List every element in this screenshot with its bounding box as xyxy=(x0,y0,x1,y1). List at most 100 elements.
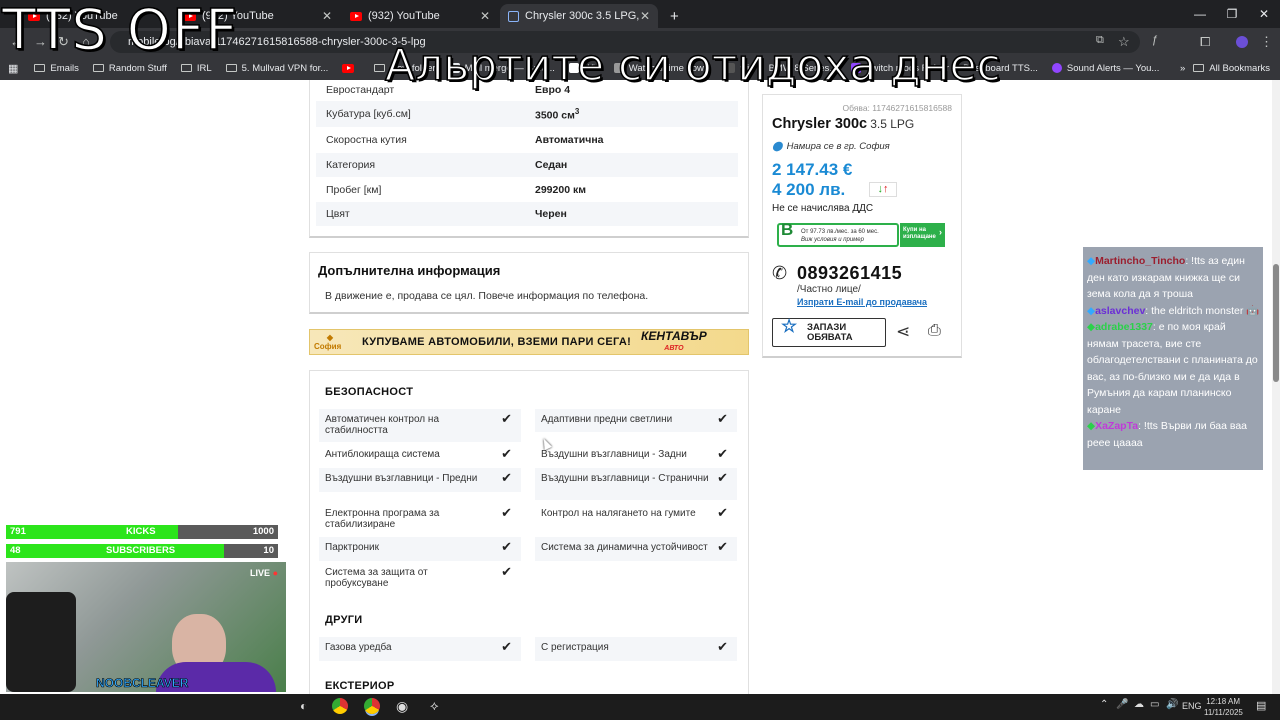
location-pin-icon: ⬤ xyxy=(772,141,783,152)
seller-type: /Частно лице/ xyxy=(797,284,861,295)
mic-icon[interactable]: 🎤 xyxy=(1116,699,1128,710)
spec-key: Скоростна кутия xyxy=(326,134,407,146)
tts-status-overlay: TTS OFF xyxy=(1,0,239,64)
vat-note: Не се начислява ДДС xyxy=(772,203,874,214)
cloud-icon[interactable]: ☁ xyxy=(1134,699,1144,710)
spec-key: Пробег [км] xyxy=(326,184,382,196)
scrollbar-track[interactable] xyxy=(1272,80,1280,694)
live-label: LIVE xyxy=(250,568,271,578)
chat-message: ◆adrabe1337: е по моя край нямам трасета… xyxy=(1087,319,1260,418)
listing-model: 3.5 LPG xyxy=(870,117,915,131)
email-seller-link[interactable]: Изпрати E-mail до продавача xyxy=(797,297,927,307)
streamer-name: NOOBCLEAVER xyxy=(96,676,189,691)
tray-chevron-icon[interactable]: ⌃ xyxy=(1100,699,1108,710)
bookmark-youtube[interactable] xyxy=(342,63,360,73)
kicks-goal: 1000 xyxy=(252,526,274,537)
star-icon: ☆ xyxy=(781,316,798,336)
feature-label: Контрол на налягането на гумите xyxy=(541,508,696,519)
spec-key: Кубатура [куб.см] xyxy=(326,108,411,120)
translate-icon[interactable]: ⧉ xyxy=(1096,34,1104,47)
print-icon[interactable]: ⎙ xyxy=(928,322,941,340)
extension-icon[interactable]: ƒ xyxy=(1152,34,1158,46)
leasing-btn-label: Купи на изплащане xyxy=(903,227,936,240)
bookmark-random-stuff[interactable]: Random Stuff xyxy=(92,63,167,74)
apps-grid-icon[interactable]: ▦ xyxy=(8,62,18,75)
bookmark-sound-alerts[interactable]: Sound Alerts — You... xyxy=(1051,62,1160,74)
network-icon[interactable]: ▭ xyxy=(1150,699,1159,710)
leasing-widget[interactable]: B От 97.73 лв./мес. за 60 мес. Виж условия… xyxy=(777,221,899,247)
folder-icon xyxy=(180,64,192,72)
spec-value: Черен xyxy=(535,208,567,220)
feature-item: Автоматичен контрол на стабилността ✔ xyxy=(319,409,521,442)
close-icon[interactable]: ✕ xyxy=(322,9,332,23)
folder-icon xyxy=(225,64,237,72)
close-icon[interactable]: ✕ xyxy=(640,9,650,23)
ad-banner[interactable]: ◆ София КУПУВАМЕ АВТОМОБИЛИ, ВЗЕМИ ПАРИ С… xyxy=(309,329,749,355)
bookmark-label: Sound Alerts — You... xyxy=(1066,62,1160,74)
kicks-goal-bar: 791 KICKS 1000 xyxy=(6,525,278,539)
bookmark-emails[interactable]: Emails xyxy=(34,63,79,74)
kicks-current: 791 xyxy=(10,526,26,537)
ad-city: ◆ София xyxy=(314,333,346,351)
bookmark-mullvad[interactable]: 5. Mullvad VPN for... xyxy=(225,62,329,74)
check-icon: ✔ xyxy=(501,505,512,520)
feature-label: С регистрация xyxy=(541,642,609,653)
ad-brand-logo: КЕНТАВЪР АВТО xyxy=(641,330,707,354)
bookmark-irl[interactable]: IRL xyxy=(180,63,212,74)
bookmark-star-icon[interactable]: ☆ xyxy=(1118,34,1130,50)
language-indicator[interactable]: ENG xyxy=(1182,701,1202,711)
window-controls: — ❐ ✕ xyxy=(1184,0,1280,28)
minimize-icon[interactable]: — xyxy=(1184,0,1216,28)
phone-icon: ✆ xyxy=(772,263,788,283)
check-icon: ✔ xyxy=(501,470,512,485)
spec-row: Цвят Черен xyxy=(316,202,738,226)
chat-badge-icon: ◆ xyxy=(1087,420,1096,432)
chrome-active-icon[interactable] xyxy=(364,698,380,714)
live-badge: LIVE ● xyxy=(250,568,278,578)
check-icon: ✔ xyxy=(501,639,512,654)
close-icon[interactable]: ✕ xyxy=(480,9,490,23)
feature-item: Въздушни възглавници - Задни ✔ xyxy=(535,444,737,467)
app-icon[interactable]: ◐ xyxy=(300,699,307,713)
new-tab-button[interactable]: + xyxy=(662,4,682,28)
app-icon[interactable]: ⟡ xyxy=(430,698,439,714)
bookmark-label: Emails xyxy=(50,62,79,74)
price-history-button[interactable]: ↓↑ xyxy=(869,182,897,197)
spec-value-sup: 3 xyxy=(574,106,580,116)
restore-icon[interactable]: ❐ xyxy=(1216,0,1248,28)
live-dot-icon: ● xyxy=(272,568,278,578)
sound-alerts-icon xyxy=(1051,63,1062,73)
volume-icon[interactable]: 🔊 xyxy=(1166,699,1178,710)
ad-city-label: София xyxy=(314,342,342,351)
tab-active-listing[interactable]: Chrysler 300c 3.5 LPG, 2005г., B...✕ xyxy=(500,4,658,28)
phone-number[interactable]: 0893261415 xyxy=(797,263,902,284)
save-label: ЗАПАЗИ ОБЯВАТА xyxy=(807,322,853,343)
notification-icon[interactable]: ▤ xyxy=(1256,699,1266,712)
chat-message: ◆aslavchev: the eldritch monster 🤖 xyxy=(1087,303,1260,320)
clock-time: 12:18 AM xyxy=(1206,697,1240,706)
ad-text: КУПУВАМЕ АВТОМОБИЛИ, ВЗЕМИ ПАРИ СЕГА! xyxy=(362,336,632,348)
bookmarks-overflow-icon[interactable]: » xyxy=(1180,63,1185,74)
all-bookmarks[interactable]: All Bookmarks xyxy=(1193,63,1270,74)
profile-avatar[interactable] xyxy=(1236,36,1248,48)
spec-key: Цвят xyxy=(326,208,350,220)
menu-dots-icon[interactable]: ⋮ xyxy=(1260,34,1273,50)
section-title-other: ДРУГИ xyxy=(325,614,363,626)
spec-row: Категория Седан xyxy=(316,153,738,177)
window-close-icon[interactable]: ✕ xyxy=(1248,0,1280,28)
save-listing-button[interactable]: ☆ ЗАПАЗИ ОБЯВАТА xyxy=(772,316,886,347)
chrome-icon[interactable] xyxy=(332,698,348,714)
feature-label: Система за защита от пробуксуване xyxy=(325,567,428,589)
extensions-puzzle-icon[interactable]: ⧠ xyxy=(1200,34,1210,50)
feature-item: Електронна програма за стабилизиране ✔ xyxy=(319,503,521,535)
bookmark-label: 5. Mullvad VPN for... xyxy=(241,62,329,74)
mobile-bg-icon xyxy=(508,10,519,22)
leasing-buy-button[interactable]: Купи на изплащане › xyxy=(900,223,945,247)
share-icon[interactable]: ⋖ xyxy=(896,322,910,342)
scrollbar-thumb[interactable] xyxy=(1273,264,1279,382)
chat-badge-icon: ◆ xyxy=(1087,304,1096,317)
obs-icon[interactable]: ◉ xyxy=(396,698,408,715)
clock[interactable]: 12:18 AM 11/11/2025 xyxy=(1204,696,1243,718)
tab-youtube-3[interactable]: (932) YouTube ✕ xyxy=(342,4,498,28)
check-icon: ✔ xyxy=(717,505,728,520)
